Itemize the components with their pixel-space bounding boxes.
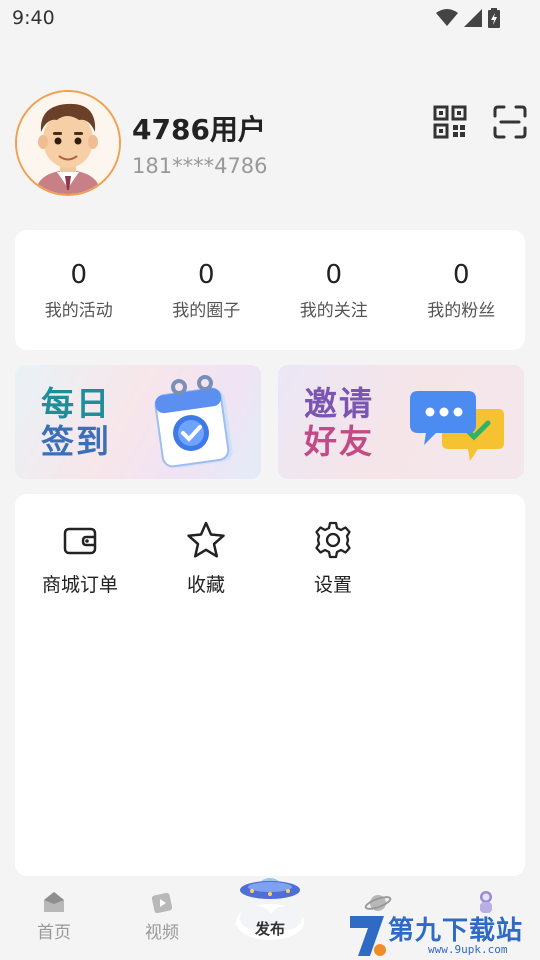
menu-item-favorites[interactable]: 收藏 — [141, 518, 271, 597]
status-bar: 9:40 — [0, 0, 540, 36]
phone-number: 181****4786 — [132, 154, 268, 178]
watermark-title: 第九下载站 — [388, 916, 524, 946]
banner-title-line1: 每日 — [41, 384, 111, 423]
banner-title: 每日 签到 — [41, 385, 121, 461]
ufo-icon — [236, 878, 304, 940]
stat-value: 0 — [197, 260, 215, 290]
publish-label: 发布 — [254, 920, 285, 938]
scan-button[interactable] — [492, 104, 528, 140]
stat-value: 0 — [452, 260, 470, 290]
menu-card: 商城订单 收藏 设置 — [15, 494, 525, 876]
stat-label: 我的活动 — [44, 301, 113, 321]
qr-code-button[interactable] — [432, 104, 468, 140]
avatar[interactable] — [15, 90, 121, 196]
stat-followers[interactable]: 0 我的粉丝 — [398, 230, 526, 350]
avatar-cartoon-icon — [17, 92, 119, 194]
publish-button[interactable]: 发布 — [232, 868, 308, 952]
invite-friends-banner[interactable]: 邀请 好友 — [278, 365, 524, 479]
banner-title-line2: 好友 — [304, 422, 374, 461]
calendar-check-icon — [154, 375, 233, 468]
stat-activities[interactable]: 0 我的活动 — [15, 230, 143, 350]
menu-label: 收藏 — [186, 574, 225, 596]
tab-video[interactable]: 视频 — [122, 888, 202, 943]
stat-value: 0 — [325, 260, 343, 290]
wallet-icon — [58, 518, 102, 562]
watermark-url: www.9upk.com — [428, 943, 508, 956]
wifi-icon — [436, 9, 458, 26]
signal-icon — [464, 9, 482, 27]
tab-home[interactable]: 首页 — [14, 888, 94, 943]
watermark-logo-icon — [350, 916, 386, 956]
stat-following[interactable]: 0 我的关注 — [270, 230, 398, 350]
home-icon — [44, 892, 64, 912]
stat-label: 我的圈子 — [172, 301, 241, 321]
stat-label: 我的粉丝 — [427, 301, 496, 321]
gear-icon — [311, 518, 355, 562]
qr-code-icon — [433, 105, 467, 139]
daily-checkin-banner[interactable]: 每日 签到 — [15, 365, 261, 479]
scan-icon — [493, 105, 527, 139]
tab-label: 首页 — [37, 923, 71, 943]
menu-label: 商城订单 — [41, 574, 118, 596]
stat-circles[interactable]: 0 我的圈子 — [143, 230, 271, 350]
username: 4786用户 — [132, 113, 266, 146]
status-time: 9:40 — [12, 7, 55, 29]
site-watermark: 第九下载站 www.9upk.com — [346, 910, 540, 960]
profile-header: 4786用户 181****4786 — [0, 88, 540, 198]
chat-bubbles-icon — [410, 391, 504, 461]
menu-label: 设置 — [313, 574, 352, 596]
banner-title-line1: 邀请 — [304, 384, 374, 423]
status-icons — [436, 8, 500, 28]
banner-title: 邀请 好友 — [304, 385, 384, 461]
stats-card: 0 我的活动 0 我的圈子 0 我的关注 0 我的粉丝 — [15, 230, 525, 350]
menu-item-settings[interactable]: 设置 — [268, 518, 398, 597]
tab-label: 视频 — [145, 923, 179, 943]
menu-item-orders[interactable]: 商城订单 — [15, 518, 145, 597]
video-icon — [151, 892, 173, 914]
banner-title-line2: 签到 — [41, 422, 111, 461]
battery-icon — [488, 8, 500, 28]
stat-label: 我的关注 — [299, 301, 368, 321]
star-icon — [184, 518, 228, 562]
stat-value: 0 — [70, 260, 88, 290]
